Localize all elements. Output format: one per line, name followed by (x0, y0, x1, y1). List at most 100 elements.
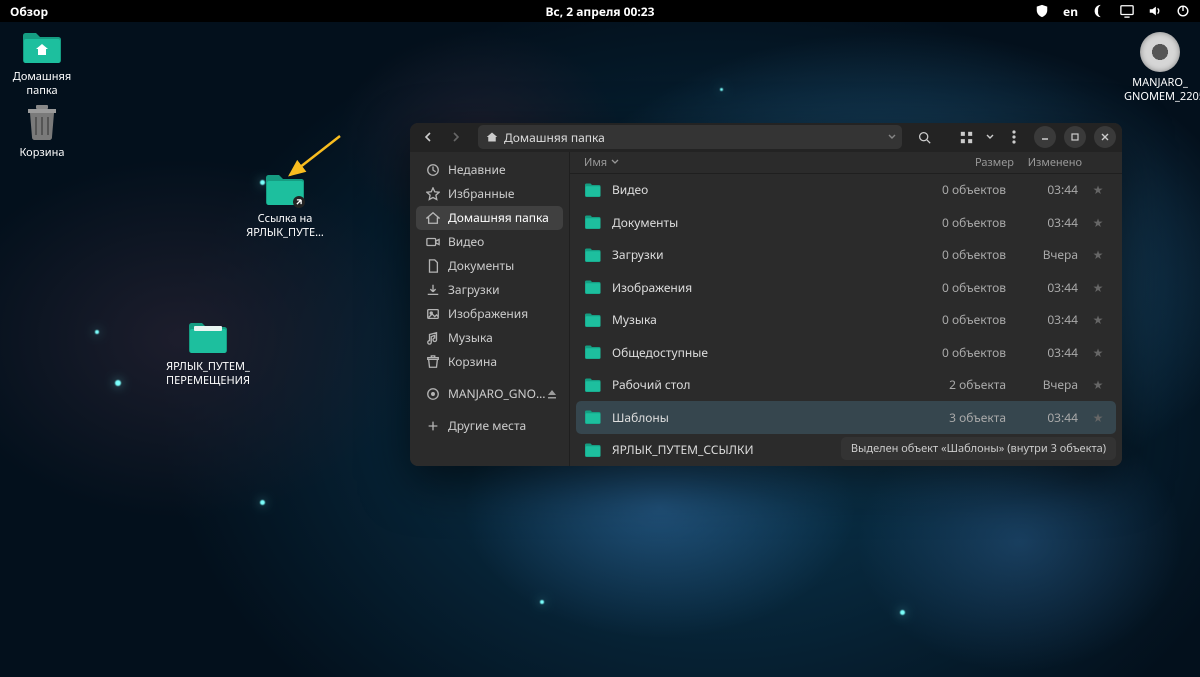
file-modified: 03:44 (1016, 279, 1078, 296)
clock[interactable]: Вс, 2 апреля 00:23 (545, 3, 654, 20)
down-icon (426, 283, 440, 297)
file-list: Имя Размер Изменено Видео 0 объектов 03:44… (570, 152, 1122, 467)
file-star-icon[interactable]: ★ (1088, 311, 1108, 328)
sidebar-item-disc[interactable]: MANJARO_GNOME… (416, 382, 563, 406)
desktop-icon-shortcut-move[interactable]: ЯРЛЫК_ПУТЕМ_ПЕРЕМЕЩЕНИЯ (158, 320, 258, 388)
maximize-button[interactable] (1064, 126, 1086, 148)
trash-icon (25, 103, 59, 141)
sidebar-item-music[interactable]: Музыка (416, 326, 563, 350)
desktop-label: Корзина (4, 145, 80, 160)
arrow-annotation (280, 130, 350, 190)
file-name: Музыка (612, 311, 906, 328)
column-name[interactable]: Имя (584, 155, 918, 170)
activities-button[interactable]: Обзор (10, 3, 48, 20)
path-dropdown-icon[interactable] (888, 133, 896, 141)
desktop-label: MANJARO_GNOMEM_2205 (1124, 76, 1196, 104)
home-icon (426, 211, 440, 225)
sidebar-item-doc[interactable]: Документы (416, 254, 563, 278)
file-row[interactable]: Документы0 объектов03:44★ (570, 206, 1122, 239)
sidebar-item-label: Изображения (448, 305, 528, 322)
disc-icon (1140, 32, 1180, 72)
folder-icon (584, 344, 602, 360)
folder-icon (187, 320, 229, 356)
eject-icon[interactable] (547, 389, 557, 399)
header-bar: Домашняя папка (410, 123, 1122, 152)
column-headers: Имя Размер Изменено (570, 152, 1122, 174)
hamburger-menu-button[interactable] (1002, 125, 1026, 149)
file-star-icon[interactable]: ★ (1088, 344, 1108, 361)
sidebar-item-label: Документы (448, 257, 514, 274)
file-size: 0 объектов (916, 311, 1006, 328)
file-star-icon[interactable]: ★ (1088, 376, 1108, 393)
desktop-icon-home[interactable]: Домашняяпапка (4, 30, 80, 98)
column-modified[interactable]: Изменено (1014, 155, 1082, 170)
sidebar: НедавниеИзбранныеДомашняя папка Видео Доку… (410, 152, 570, 467)
file-star-icon[interactable]: ★ (1088, 409, 1108, 426)
minimize-button[interactable] (1034, 126, 1056, 148)
sidebar-item-image[interactable]: Изображения (416, 302, 563, 326)
sidebar-item-home[interactable]: Домашняя папка (416, 206, 563, 230)
trash-icon (426, 355, 440, 369)
file-star-icon[interactable]: ★ (1088, 279, 1108, 296)
file-star-icon[interactable]: ★ (1088, 214, 1108, 231)
file-row[interactable]: Рабочий стол2 объектаВчера★ (570, 369, 1122, 402)
sidebar-item-clock[interactable]: Недавние (416, 158, 563, 182)
file-size: 0 объектов (916, 344, 1006, 361)
file-star-icon[interactable]: ★ (1088, 246, 1108, 263)
view-grid-button[interactable] (954, 125, 978, 149)
music-icon (426, 331, 440, 345)
file-name: Рабочий стол (612, 376, 906, 393)
file-name: Документы (612, 214, 906, 231)
back-button[interactable] (416, 125, 440, 149)
file-name: Шаблоны (612, 409, 906, 426)
file-row[interactable]: Загрузки0 объектовВчера★ (570, 239, 1122, 272)
monitor-icon[interactable] (1120, 4, 1134, 18)
file-modified: Вчера (1016, 246, 1078, 263)
plus-icon (426, 419, 440, 433)
power-icon[interactable] (1176, 4, 1190, 18)
column-size[interactable]: Размер (918, 155, 1014, 170)
sidebar-item-trash[interactable]: Корзина (416, 350, 563, 374)
volume-icon[interactable] (1148, 4, 1162, 18)
home-folder-icon (21, 30, 63, 66)
search-button[interactable] (912, 125, 936, 149)
video-icon (426, 235, 440, 249)
file-size: 0 объектов (916, 181, 1006, 198)
file-name: Общедоступные (612, 344, 906, 361)
sidebar-item-star[interactable]: Избранные (416, 182, 563, 206)
file-modified: Вчера (1016, 376, 1078, 393)
sidebar-item-label: Видео (448, 233, 484, 250)
home-icon (486, 131, 498, 143)
sidebar-item-label: MANJARO_GNOME… (448, 385, 553, 402)
image-icon (426, 307, 440, 321)
sidebar-item-down[interactable]: Загрузки (416, 278, 563, 302)
privacy-icon[interactable] (1035, 4, 1049, 18)
file-row[interactable]: Изображения0 объектов03:44★ (570, 271, 1122, 304)
clock-icon (426, 163, 440, 177)
view-dropdown-button[interactable] (982, 125, 998, 149)
sidebar-item-label: Корзина (448, 353, 497, 370)
desktop-icon-disc[interactable]: MANJARO_GNOMEM_2205 (1124, 32, 1196, 104)
forward-button[interactable] (444, 125, 468, 149)
sidebar-item-video[interactable]: Видео (416, 230, 563, 254)
close-button[interactable] (1094, 126, 1116, 148)
night-mode-icon[interactable] (1092, 4, 1106, 18)
top-panel: Обзор Вс, 2 апреля 00:23 en (0, 0, 1200, 22)
folder-icon (584, 409, 602, 425)
file-name: Загрузки (612, 246, 906, 263)
desktop-label: Домашняяпапка (4, 70, 80, 98)
file-row[interactable]: Музыка0 объектов03:44★ (570, 304, 1122, 337)
file-name: Видео (612, 181, 906, 198)
file-row[interactable]: Видео0 объектов03:44★ (570, 174, 1122, 207)
file-row[interactable]: Шаблоны3 объекта03:44★ (576, 401, 1116, 434)
folder-icon (584, 279, 602, 295)
desktop-icon-trash[interactable]: Корзина (4, 103, 80, 160)
file-row[interactable]: Общедоступные0 объектов03:44★ (570, 336, 1122, 369)
path-bar[interactable]: Домашняя папка (478, 125, 902, 149)
sidebar-item-plus[interactable]: Другие места (416, 414, 563, 438)
file-size: 3 объекта (916, 409, 1006, 426)
language-indicator[interactable]: en (1063, 3, 1078, 20)
sort-down-icon (611, 158, 619, 166)
sidebar-item-label: Загрузки (448, 281, 500, 298)
file-star-icon[interactable]: ★ (1088, 181, 1108, 198)
